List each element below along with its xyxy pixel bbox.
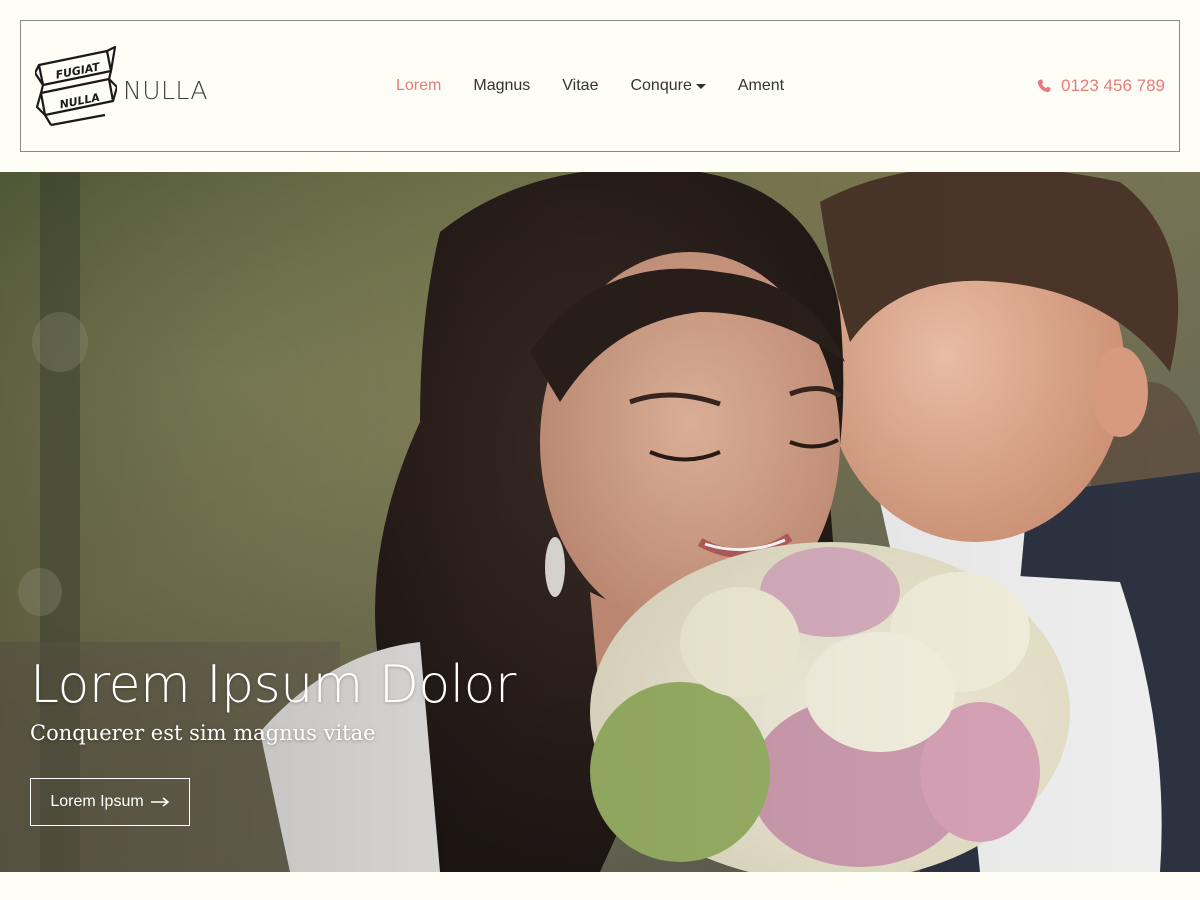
nav-item-lorem[interactable]: Lorem [396,77,441,95]
hero-section: Lorem Ipsum Dolor Conquerer est sim magn… [0,172,1200,872]
main-nav: Lorem Magnus Vitae Conqure Ament [396,21,816,151]
hero-cta-label: Lorem Ipsum [50,793,144,810]
brand-name: NULLA [123,75,209,105]
nav-item-ament[interactable]: Ament [738,77,784,95]
phone-icon [1037,79,1051,93]
page-bottom-strip [0,872,1200,900]
phone-number: 0123 456 789 [1061,76,1165,95]
hero-overlay [0,172,1200,872]
nav-item-vitae[interactable]: Vitae [562,77,598,95]
brand-link[interactable]: FUGIAT NULLA NULLA [35,45,208,129]
arrow-right-icon [150,797,169,807]
ribbon-logo-icon: FUGIAT NULLA [35,45,117,127]
hero-cta-button[interactable]: Lorem Ipsum [30,778,190,826]
nav-item-magnus[interactable]: Magnus [473,77,530,95]
site-header: FUGIAT NULLA NULLA Lorem Magnus Vitae Co… [20,20,1180,152]
phone-link[interactable]: 0123 456 789 [1037,21,1165,151]
nav-item-label: Lorem [396,77,442,94]
nav-item-label: Magnus [473,77,531,94]
nav-item-label: Ament [737,77,785,94]
hero-title: Lorem Ipsum Dolor [30,655,516,715]
page: FUGIAT NULLA NULLA Lorem Magnus Vitae Co… [0,0,1200,900]
nav-item-conqure-dropdown[interactable]: Conqure [630,77,706,95]
nav-item-label: Vitae [562,77,599,94]
nav-item-label: Conqure [630,77,692,94]
hero-subtitle: Conquerer est sim magnus vitae [30,721,376,745]
caret-down-icon [695,84,706,89]
